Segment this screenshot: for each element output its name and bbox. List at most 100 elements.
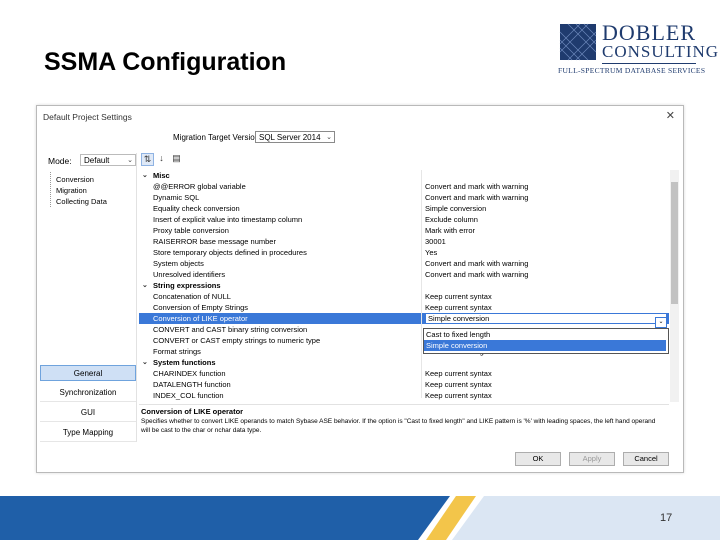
property-name: Concatenation of NULL xyxy=(153,292,231,301)
property-name: DATALENGTH function xyxy=(153,380,231,389)
dropdown-option[interactable]: Cast to fixed length xyxy=(424,329,666,340)
collapse-chevron-icon[interactable]: ⌄ xyxy=(142,170,148,181)
cancel-button[interactable]: Cancel xyxy=(623,452,669,466)
grid-category-row[interactable]: ⌄ String expressions xyxy=(139,280,669,291)
grid-property-row[interactable]: @@ERROR global variable Convert and mark … xyxy=(139,181,669,192)
grid-property-row[interactable]: Unresolved identifiers Convert and mark w… xyxy=(139,269,669,280)
target-version-value: SQL Server 2014 xyxy=(259,133,321,142)
property-name: RAISERROR base message number xyxy=(153,237,276,246)
property-value[interactable]: Simple conversion xyxy=(425,203,486,214)
logo-rule xyxy=(602,63,696,64)
footer-blue-band xyxy=(0,496,450,540)
tree-connector xyxy=(50,172,52,207)
nav-general[interactable]: General xyxy=(40,365,136,381)
property-value[interactable]: Simple conversion xyxy=(425,313,667,324)
scrollbar-thumb[interactable] xyxy=(671,182,678,304)
grid-property-row[interactable]: INDEX_COL function Keep current syntax xyxy=(139,390,669,401)
footer-light-band xyxy=(452,496,720,540)
logo-subname: CONSULTING xyxy=(602,42,720,61)
property-name: Conversion of Empty Strings xyxy=(153,303,249,312)
property-name: Dynamic SQL xyxy=(153,193,200,202)
property-grid: ⌄ Misc @@ERROR global variable Convert and … xyxy=(139,170,669,402)
project-settings-dialog: Default Project Settings ✕ Migration Tar… xyxy=(36,105,684,473)
target-version-select[interactable]: SQL Server 2014 ⌄ xyxy=(255,131,335,143)
chevron-down-icon: ⌄ xyxy=(127,157,133,164)
property-name: CHARINDEX function xyxy=(153,369,226,378)
description-title: Conversion of LIKE operator xyxy=(141,407,244,416)
apply-button[interactable]: Apply xyxy=(569,452,615,466)
grid-property-row[interactable]: System objects Convert and mark with warn… xyxy=(139,258,669,269)
property-name: Store temporary objects defined in proce… xyxy=(153,248,307,257)
grid-category-row[interactable]: ⌄ System functions xyxy=(139,357,669,368)
collapse-chevron-icon[interactable]: ⌄ xyxy=(142,280,148,291)
property-value[interactable]: Keep current syntax xyxy=(425,390,492,401)
property-value[interactable]: Keep current syntax xyxy=(425,368,492,379)
property-value[interactable]: Convert and mark with warning xyxy=(425,258,528,269)
tree-item-collecting-data[interactable]: Collecting Data xyxy=(56,197,107,206)
property-name: CONVERT or CAST empty strings to numeric… xyxy=(153,336,321,345)
property-name: CONVERT and CAST binary string conversio… xyxy=(153,325,308,334)
property-value[interactable]: Exclude column xyxy=(425,214,478,225)
grid-property-row[interactable]: Conversion of Empty Strings Keep current … xyxy=(139,302,669,313)
property-pages-icon[interactable]: ▤ xyxy=(171,153,182,164)
property-value[interactable]: Keep current syntax xyxy=(425,291,492,302)
collapse-chevron-icon[interactable]: ⌄ xyxy=(142,357,148,368)
tree-item-migration[interactable]: Migration xyxy=(56,186,87,195)
chevron-down-icon: ⌄ xyxy=(326,134,332,141)
grid-property-row[interactable]: Equality check conversion Simple conversi… xyxy=(139,203,669,214)
property-name: Conversion of LIKE operator xyxy=(153,314,248,323)
property-value[interactable]: Mark with error xyxy=(425,225,475,236)
grid-property-row[interactable]: Dynamic SQL Convert and mark with warning xyxy=(139,192,669,203)
categorized-sort-icon[interactable]: ⇅ xyxy=(141,153,154,166)
grid-property-row[interactable]: Store temporary objects defined in proce… xyxy=(139,247,669,258)
property-name: Insert of explicit value into timestamp … xyxy=(153,215,303,224)
grid-property-row[interactable]: Conversion of LIKE operator Simple conver… xyxy=(139,313,669,324)
mode-label: Mode: xyxy=(48,156,72,166)
close-icon[interactable]: ✕ xyxy=(666,109,675,122)
description-text: Specifies whether to convert LIKE operan… xyxy=(141,418,656,434)
grid-property-row[interactable]: DATALENGTH function Keep current syntax xyxy=(139,379,669,390)
property-name: Format strings xyxy=(153,347,201,356)
property-value[interactable]: Yes xyxy=(425,247,437,258)
grid-scrollbar[interactable] xyxy=(670,170,679,402)
property-value[interactable]: Convert and mark with warning xyxy=(425,181,528,192)
property-name: Equality check conversion xyxy=(153,204,240,213)
property-value[interactable]: 30001 xyxy=(425,236,446,247)
nav-type-mapping[interactable]: Type Mapping xyxy=(40,425,136,442)
dobler-consulting-logo: DOBLER CONSULTING FULL-SPECTRUM DATABASE… xyxy=(558,20,718,78)
grid-property-row[interactable]: Insert of explicit value into timestamp … xyxy=(139,214,669,225)
property-name: INDEX_COL function xyxy=(153,391,224,400)
property-name: Misc xyxy=(153,171,170,180)
tree-item-conversion[interactable]: Conversion xyxy=(56,175,94,184)
grid-property-row[interactable]: Proxy table conversion Mark with error xyxy=(139,225,669,236)
alphabetical-sort-icon[interactable]: ↓ xyxy=(156,153,167,164)
slide-title: SSMA Configuration xyxy=(44,48,287,76)
grid-property-row[interactable]: CHARINDEX function Keep current syntax xyxy=(139,368,669,379)
property-name: String expressions xyxy=(153,281,221,290)
logo-diamond-icon xyxy=(559,23,597,61)
dialog-title: Default Project Settings xyxy=(43,112,132,122)
settings-sidebar: Mode: Default ⌄ Conversion Migration Col… xyxy=(40,153,137,442)
page-number: 17 xyxy=(660,512,673,524)
target-version-label: Migration Target Version xyxy=(173,133,260,142)
property-value[interactable]: Keep current syntax xyxy=(425,379,492,390)
ok-button[interactable]: OK xyxy=(515,452,561,466)
property-name: Unresolved identifiers xyxy=(153,270,226,279)
value-dropdown-list: Cast to fixed length Simple conversion xyxy=(423,328,669,354)
value-dropdown-arrow-icon[interactable]: ⌄ xyxy=(655,317,667,328)
property-value[interactable]: Convert and mark with warning xyxy=(425,269,528,280)
grid-property-row[interactable]: RAISERROR base message number 30001 xyxy=(139,236,669,247)
property-value[interactable]: Convert and mark with warning xyxy=(425,192,528,203)
property-value[interactable]: Keep current syntax xyxy=(425,302,492,313)
grid-property-row[interactable]: Concatenation of NULL Keep current syntax xyxy=(139,291,669,302)
property-name: System functions xyxy=(153,358,216,367)
mode-select[interactable]: Default ⌄ xyxy=(80,154,136,166)
mode-value: Default xyxy=(84,156,110,165)
grid-category-row[interactable]: ⌄ Misc xyxy=(139,170,669,181)
dropdown-option-selected[interactable]: Simple conversion xyxy=(424,340,666,351)
property-name: @@ERROR global variable xyxy=(153,182,246,191)
property-name: Proxy table conversion xyxy=(153,226,229,235)
nav-gui[interactable]: GUI xyxy=(40,405,136,422)
nav-synchronization[interactable]: Synchronization xyxy=(40,385,136,402)
logo-tagline: FULL-SPECTRUM DATABASE SERVICES xyxy=(558,66,706,75)
